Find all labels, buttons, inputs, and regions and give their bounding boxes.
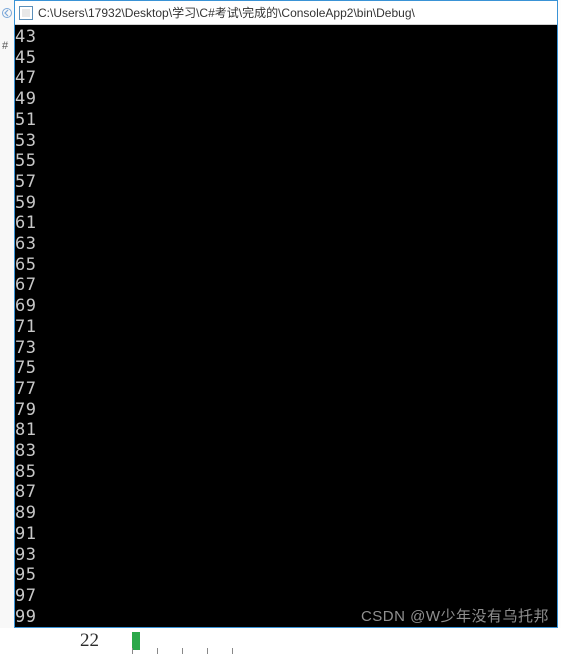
left-gutter: # — [0, 0, 14, 655]
console-line: 49 — [15, 89, 557, 110]
console-line: 95 — [15, 565, 557, 586]
console-line: 51 — [15, 110, 557, 131]
console-line: 79 — [15, 400, 557, 421]
under-editor-fragment: 22 — [0, 628, 561, 655]
chart-ticks-fragment — [132, 628, 252, 655]
title-bar[interactable]: C:\Users\17932\Desktop\学习\C#考试\完成的\Conso… — [15, 1, 557, 25]
console-line: 69 — [15, 296, 557, 317]
console-line: 47 — [15, 68, 557, 89]
console-line: 73 — [15, 338, 557, 359]
console-line: 93 — [15, 545, 557, 566]
console-output[interactable]: 4345474951535557596163656769717375777981… — [15, 25, 557, 627]
window-title: C:\Users\17932\Desktop\学习\C#考试\完成的\Conso… — [38, 4, 415, 21]
console-line: 89 — [15, 503, 557, 524]
console-line: 43 — [15, 27, 557, 48]
console-line: 63 — [15, 234, 557, 255]
console-line: 77 — [15, 379, 557, 400]
console-line: 91 — [15, 524, 557, 545]
console-line: 97 — [15, 586, 557, 607]
console-line: 99 — [15, 607, 557, 627]
console-line: 75 — [15, 358, 557, 379]
line-number-fragment: 22 — [80, 630, 99, 652]
console-line: 61 — [15, 213, 557, 234]
back-arrow-icon[interactable] — [2, 6, 12, 20]
console-line: 67 — [15, 275, 557, 296]
console-line: 45 — [15, 48, 557, 69]
gutter-hash: # — [2, 40, 8, 52]
console-line: 85 — [15, 462, 557, 483]
console-window[interactable]: C:\Users\17932\Desktop\学习\C#考试\完成的\Conso… — [14, 0, 558, 628]
console-line: 71 — [15, 317, 557, 338]
console-line: 57 — [15, 172, 557, 193]
console-line: 55 — [15, 151, 557, 172]
console-line: 53 — [15, 131, 557, 152]
console-line: 83 — [15, 441, 557, 462]
console-line: 59 — [15, 193, 557, 214]
console-line: 87 — [15, 482, 557, 503]
console-line: 81 — [15, 420, 557, 441]
console-app-icon — [19, 6, 33, 20]
console-line: 65 — [15, 255, 557, 276]
